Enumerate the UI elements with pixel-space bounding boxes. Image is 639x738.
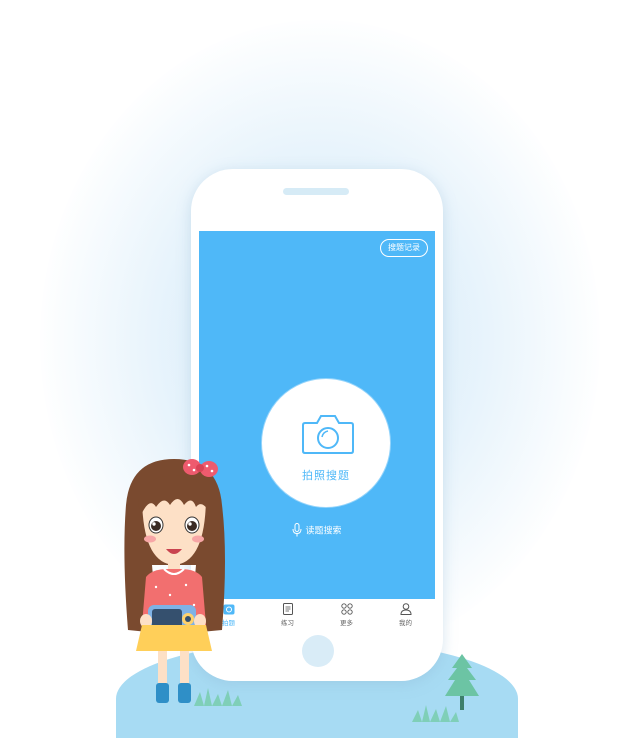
- grid-icon: [340, 603, 353, 615]
- tab-practice[interactable]: 练习: [258, 599, 317, 627]
- user-icon: [399, 603, 412, 615]
- tab-label: 更多: [340, 619, 353, 627]
- tree-decoration: [445, 654, 479, 710]
- photo-search-label: 拍照搜题: [302, 469, 350, 482]
- voice-search-label: 读题搜索: [305, 526, 342, 537]
- search-history-button[interactable]: 搜题记录: [380, 239, 428, 257]
- phone-speaker: [283, 188, 349, 195]
- tab-label: 练习: [281, 619, 294, 627]
- document-icon: [282, 603, 293, 615]
- microphone-icon: [292, 523, 302, 537]
- tab-more[interactable]: 更多: [317, 599, 376, 627]
- tab-mine[interactable]: 我的: [376, 599, 435, 627]
- girl-with-camera-illustration: [124, 459, 225, 703]
- tab-label: 我的: [399, 619, 412, 627]
- photo-search-button[interactable]: 拍照搜题: [262, 379, 390, 507]
- camera-icon: [302, 415, 354, 454]
- phone-home-button: [302, 635, 334, 667]
